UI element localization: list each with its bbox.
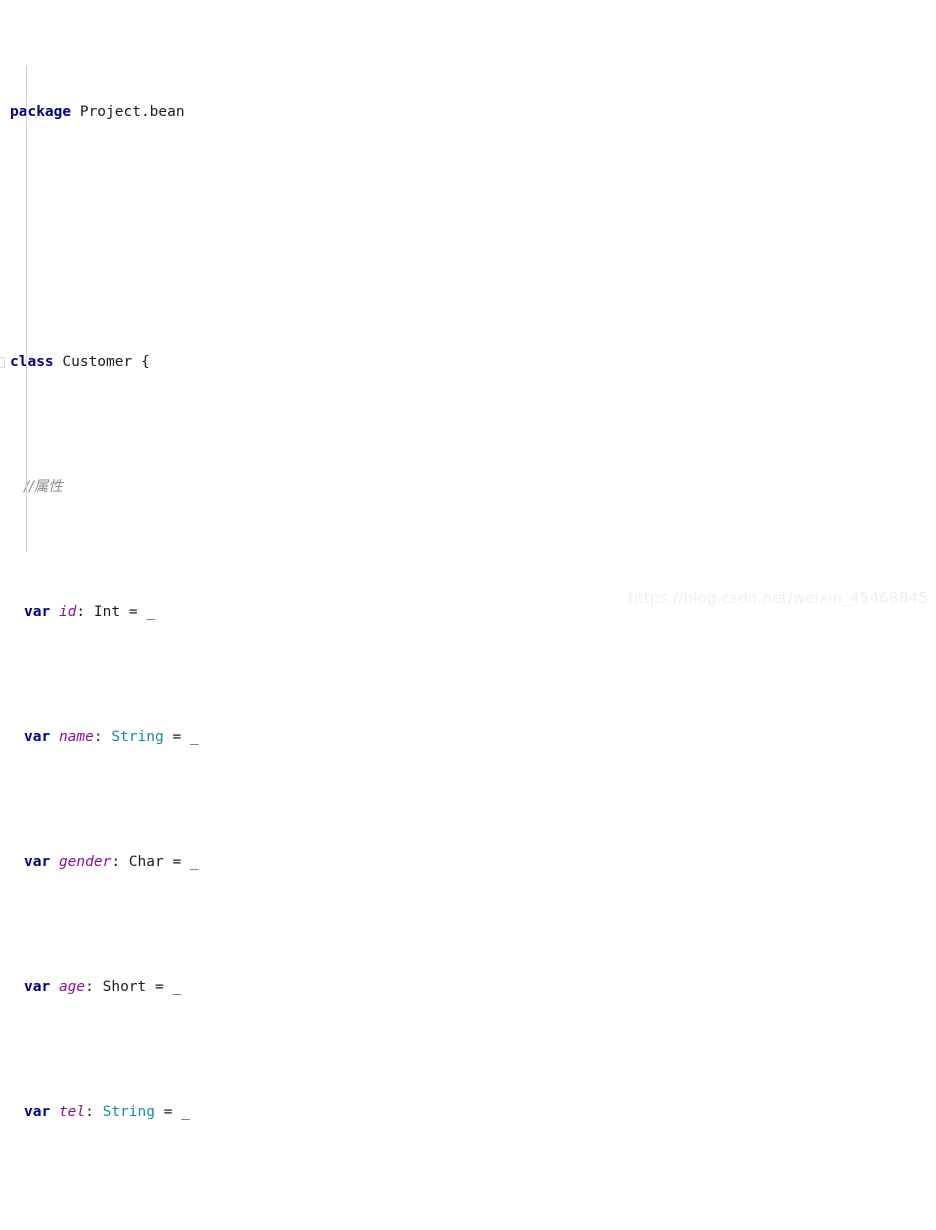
field-email: email xyxy=(59,1229,103,1230)
field-tel: tel xyxy=(58,1104,86,1120)
colon: : xyxy=(85,1104,94,1120)
field-age: age xyxy=(58,979,86,995)
code-line-var-tel[interactable]: var tel: String = _ xyxy=(0,1100,936,1125)
code-line-blank-1[interactable] xyxy=(0,225,936,250)
underscore-placeholder: _ xyxy=(181,1104,190,1120)
indent-guide-line xyxy=(26,66,27,552)
equals: = xyxy=(172,729,182,745)
keyword-var: var xyxy=(24,729,51,745)
field-id: id xyxy=(58,604,77,620)
code-line-var-email[interactable]: var email: String = _ xyxy=(0,1225,936,1230)
type-string: String xyxy=(111,729,164,745)
underscore-placeholder: _ xyxy=(146,604,156,620)
equals: = xyxy=(155,979,164,995)
brace-open: { xyxy=(140,354,150,370)
underscore-placeholder: _ xyxy=(189,854,199,870)
keyword-var: var xyxy=(24,604,51,620)
code-line-var-name[interactable]: var name: String = _ xyxy=(0,725,936,750)
colon: : xyxy=(85,979,94,995)
type-string: String xyxy=(120,1229,172,1230)
equals: = xyxy=(172,854,182,870)
package-name: Project.bean xyxy=(79,104,185,120)
colon: : xyxy=(76,604,86,620)
keyword-class: class xyxy=(10,354,54,370)
colon: : xyxy=(103,1229,112,1230)
colon: : xyxy=(93,729,103,745)
equals: = xyxy=(163,1104,173,1120)
watermark-url: https://blog.csdn.net/weixin_45468845 xyxy=(628,589,928,607)
equals: = xyxy=(128,604,138,620)
type-char: Char xyxy=(128,854,164,870)
underscore-placeholder: _ xyxy=(199,1229,208,1230)
code-line-package[interactable]: package Project.bean xyxy=(0,100,936,125)
keyword-var: var xyxy=(24,1104,51,1120)
code-editor[interactable]: package Project.bean class Customer { //… xyxy=(0,0,936,1230)
field-name: name xyxy=(58,729,94,745)
keyword-var: var xyxy=(24,1229,50,1230)
keyword-var: var xyxy=(24,979,51,995)
code-line-class-decl[interactable]: class Customer { xyxy=(0,350,936,375)
keyword-package: package xyxy=(10,104,72,120)
underscore-placeholder: _ xyxy=(172,979,182,995)
type-int: Int xyxy=(93,604,121,620)
code-line-var-gender[interactable]: var gender: Char = _ xyxy=(0,850,936,875)
comment-attributes: //属性 xyxy=(24,479,63,495)
class-name: Customer xyxy=(62,354,133,370)
colon: : xyxy=(111,854,121,870)
code-line-comment-attributes[interactable]: //属性 xyxy=(0,475,936,500)
keyword-var: var xyxy=(24,854,51,870)
code-fold-marker-icon[interactable] xyxy=(0,357,5,368)
equals: = xyxy=(181,1229,190,1230)
underscore-placeholder: _ xyxy=(189,729,199,745)
code-content[interactable]: package Project.bean class Customer { //… xyxy=(0,0,936,1230)
field-gender: gender xyxy=(58,854,112,870)
type-string: String xyxy=(102,1104,155,1120)
type-short: Short xyxy=(102,979,147,995)
code-line-var-age[interactable]: var age: Short = _ xyxy=(0,975,936,1000)
